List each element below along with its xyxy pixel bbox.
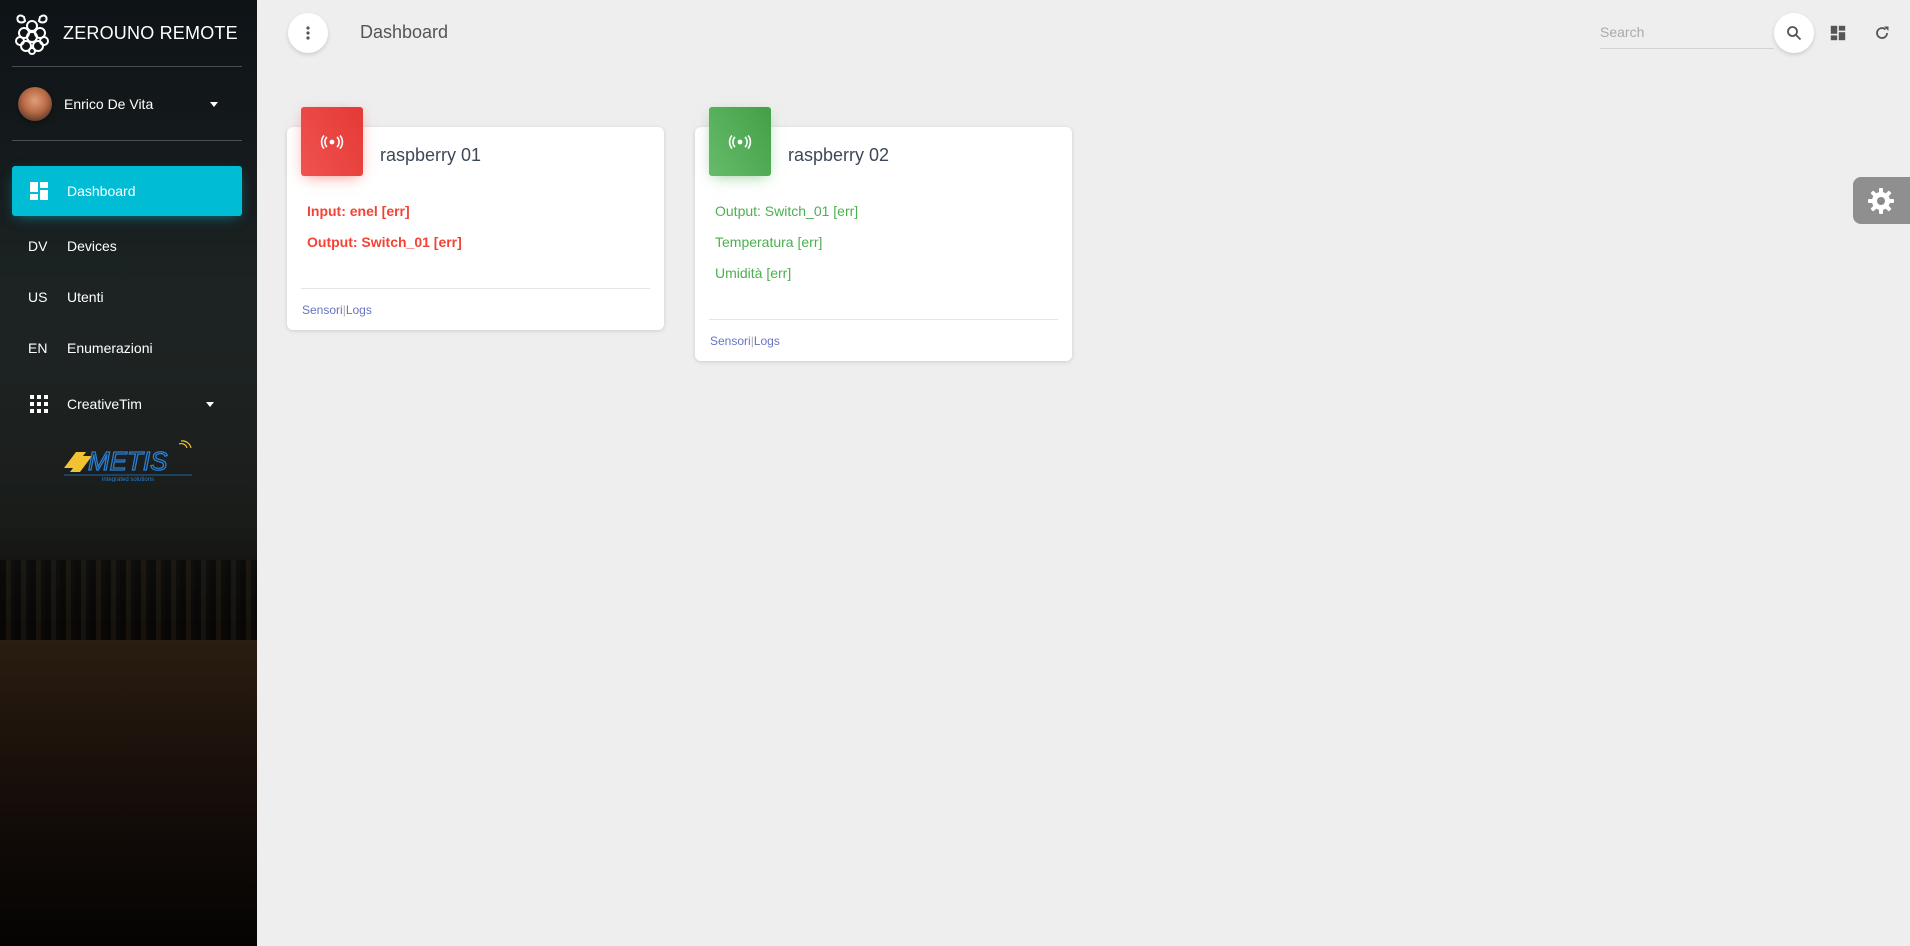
avatar <box>18 87 52 121</box>
brand[interactable]: ZEROUNO REMOTE <box>12 12 242 55</box>
metis-logo[interactable]: METIS integrated solutions <box>62 440 194 482</box>
chevron-down-icon <box>210 101 218 107</box>
sidebar-item-creativetim[interactable]: CreativeTim <box>12 379 242 429</box>
svg-text:METIS: METIS <box>88 446 168 476</box>
card-footer-links: Sensori|Logs <box>710 334 780 348</box>
device-status-line: Output: Switch_01 [err] <box>715 203 859 219</box>
sidebar-divider <box>12 140 242 141</box>
card-divider <box>709 319 1058 320</box>
more-vert-icon <box>306 26 310 40</box>
sidebar-item-enumerazioni[interactable]: EN Enumerazioni <box>12 323 242 373</box>
sidebar-background-water <box>0 640 257 946</box>
antenna-signal-icon <box>320 134 344 149</box>
sidebar-item-label: Enumerazioni <box>67 340 153 356</box>
sidebar-item-label: Utenti <box>67 289 104 305</box>
settings-panel-toggle[interactable] <box>1853 177 1910 224</box>
search-icon <box>1787 26 1802 41</box>
sidebar-item-label: Dashboard <box>67 183 136 199</box>
chevron-down-icon <box>206 401 214 407</box>
sidebar-minimize-button[interactable] <box>288 13 328 53</box>
metis-subtitle: integrated solutions <box>102 477 154 482</box>
logs-link[interactable]: Logs <box>754 334 780 348</box>
sidebar-item-mini: EN <box>28 340 48 356</box>
antenna-signal-icon <box>728 134 752 149</box>
sidebar: ZEROUNO REMOTE Enrico De Vita Dashboard … <box>0 0 257 946</box>
logs-link[interactable]: Logs <box>346 303 372 317</box>
device-status-line: Umidità [err] <box>715 265 792 281</box>
device-status-icon-box <box>301 107 363 176</box>
dashboard-icon <box>28 181 50 201</box>
sidebar-item-dashboard[interactable]: Dashboard <box>12 166 242 216</box>
search-input[interactable] <box>1600 16 1774 49</box>
sidebar-item-label: Devices <box>67 238 117 254</box>
sensori-link[interactable]: Sensori <box>302 303 343 317</box>
sidebar-item-utenti[interactable]: US Utenti <box>12 272 242 322</box>
sidebar-background-trees <box>0 560 257 640</box>
refresh-icon <box>1876 26 1889 39</box>
device-title: raspberry 02 <box>788 145 890 165</box>
apps-grid-icon <box>28 395 50 413</box>
sidebar-divider <box>12 66 242 67</box>
page-title: Dashboard <box>360 22 449 42</box>
sidebar-item-mini: US <box>28 289 48 305</box>
user-menu[interactable]: Enrico De Vita <box>18 86 230 122</box>
raspberry-logo-icon <box>15 14 49 55</box>
card-divider <box>301 288 650 289</box>
gear-icon <box>1868 187 1894 214</box>
dashboard-button[interactable] <box>1826 21 1850 45</box>
device-status-line: Output: Switch_01 [err] <box>307 234 462 250</box>
app-title: ZEROUNO REMOTE <box>63 22 238 43</box>
device-title: raspberry 01 <box>380 145 482 165</box>
sidebar-item-mini: DV <box>28 238 48 254</box>
sidebar-item-devices[interactable]: DV Devices <box>12 221 242 271</box>
device-card-raspberry-01: raspberry 01 Input: enel [err] Output: S… <box>287 107 664 330</box>
search-button[interactable] <box>1774 13 1814 53</box>
refresh-button[interactable] <box>1870 21 1894 45</box>
device-status-line: Input: enel [err] <box>307 203 410 219</box>
card-footer-links: Sensori|Logs <box>302 303 372 317</box>
device-status-line: Temperatura [err] <box>715 234 823 250</box>
user-name: Enrico De Vita <box>64 96 154 112</box>
device-card-raspberry-02: raspberry 02 Output: Switch_01 [err] Tem… <box>695 107 1072 361</box>
sensori-link[interactable]: Sensori <box>710 334 751 348</box>
device-status-icon-box <box>709 107 771 176</box>
sidebar-item-label: CreativeTim <box>67 396 142 412</box>
dashboard-icon <box>1830 25 1846 41</box>
